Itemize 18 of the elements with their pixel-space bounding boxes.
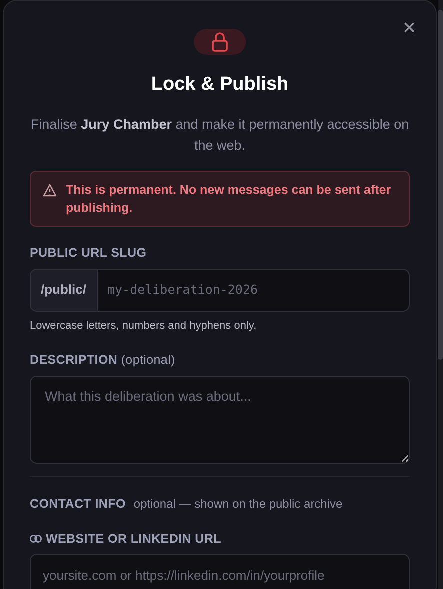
field-label: WEBSITE OR LINKEDIN URL [46,530,222,548]
dialog-title: Lock & Publish [150,73,290,97]
section-label: CONTACT INFO [30,496,126,513]
slug-field[interactable]: my-deliberation-2026 [98,268,410,312]
section-note: optional — shown on the public archive [134,496,343,513]
close-button[interactable]: × [403,17,416,39]
lock-icon [212,32,228,52]
field-label: PUBLIC URL SLUG [30,244,148,262]
hint-text: Lowercase letters, numbers and hyphens only. [30,318,258,334]
field-label: DESCRIPTION (optional) [30,352,176,370]
slug-prefix: /public/ [30,268,98,312]
website-field[interactable]: yoursite.com or https://linkedin.com/in/yourprofile [30,554,410,589]
description-field[interactable]: What this deliberation was about... [30,376,410,464]
link-icon [30,535,42,544]
warning-text: This is permanent. No new messages can be sent after publishing. [66,182,392,217]
scrollbar-thumb[interactable] [438,10,443,360]
warning-icon [43,184,57,197]
intro-text: Finalise Jury Chamber and make it permanently accessible on the web. [30,116,410,156]
